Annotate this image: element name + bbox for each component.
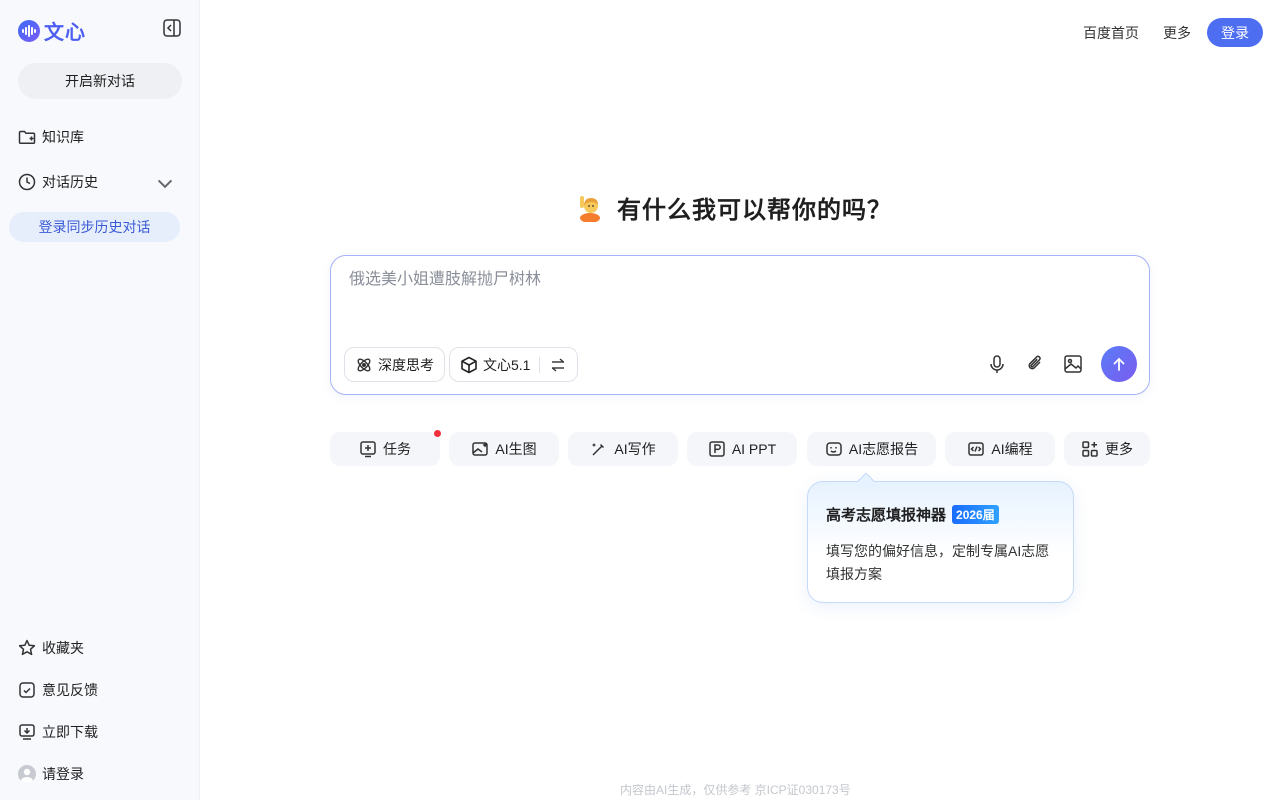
login-button[interactable]: 登录 (1207, 18, 1263, 47)
chevron-down-icon[interactable] (156, 174, 174, 192)
deep-think-toggle[interactable]: 深度思考 (344, 347, 445, 382)
baidu-home-link[interactable]: 百度首页 (1083, 23, 1139, 43)
popover-title: 高考志愿填报神器 2026届 (826, 504, 999, 525)
download-icon (19, 724, 35, 740)
greeting-text: 有什么我可以帮你的吗？ (617, 197, 892, 224)
deep-think-label: 深度思考 (378, 356, 434, 373)
header-links: 百度首页 更多 登录 (1083, 18, 1263, 47)
new-badge-dot (434, 430, 441, 437)
pen-sparkle-icon (592, 443, 605, 456)
folder-plus-icon (18, 130, 36, 145)
new-chat-button[interactable]: 开启新对话 (18, 63, 182, 99)
popover-arrow (857, 472, 875, 490)
footer-disclaimer: 内容由AI生成，仅供参考 京ICP证030173号 (620, 783, 851, 797)
more-link[interactable]: 更多 (1163, 23, 1191, 43)
send-button[interactable] (1101, 346, 1137, 382)
feature-label: AI生图 (495, 441, 537, 457)
sidebar-item-label: 知识库 (42, 129, 84, 145)
feature-coding-button[interactable]: AI编程 (945, 432, 1055, 466)
model-label: 文心5.1 (483, 356, 531, 373)
sidebar-item-label: 意见反馈 (42, 682, 98, 698)
feature-shortcuts: 任务 AI生图 AI写作 AI PPT AI志愿报告 AI编程 更多 (330, 430, 1150, 466)
volunteer-report-popover[interactable]: 高考志愿填报神器 2026届 填写您的偏好信息，定制专属AI志愿填报方案 (807, 472, 1074, 603)
logo[interactable]: 文心 (18, 16, 86, 45)
popover-description: 填写您的偏好信息，定制专属AI志愿填报方案 (826, 543, 1050, 582)
code-icon (968, 442, 985, 456)
feature-label: 更多 (1105, 441, 1133, 457)
sidebar-item-download[interactable]: 立即下载 (18, 721, 182, 743)
feature-label: AI志愿报告 (848, 441, 919, 457)
avatar (18, 765, 36, 783)
sidebar-item-label: 请登录 (42, 766, 84, 782)
logo-text: 文心 (44, 22, 86, 44)
clock-icon (18, 173, 36, 191)
feature-writing-button[interactable]: AI写作 (568, 432, 678, 466)
apps-grid-icon (1082, 441, 1098, 457)
feature-volunteer-report-button[interactable]: AI志愿报告 (807, 432, 936, 466)
popover-title-text: 高考志愿填报神器 (826, 507, 947, 524)
cube-icon (461, 356, 477, 373)
raising-hand-emoji-icon (580, 195, 600, 222)
sidebar-item-knowledge[interactable]: 知识库 (18, 126, 182, 148)
feature-label: 任务 (383, 441, 411, 457)
feature-task-button[interactable]: 任务 (330, 432, 440, 466)
attachment-icon[interactable] (1024, 353, 1046, 375)
sidebar-item-label: 对话历史 (42, 174, 98, 190)
sidebar-item-favorites[interactable]: 收藏夹 (18, 637, 182, 659)
image-upload-icon[interactable] (1062, 353, 1084, 375)
ppt-icon (709, 441, 725, 457)
feature-image-gen-button[interactable]: AI生图 (449, 432, 559, 466)
sidebar-item-feedback[interactable]: 意见反馈 (18, 679, 182, 701)
sidebar-item-label: 立即下载 (42, 724, 98, 740)
year-badge: 2026届 (952, 505, 999, 524)
atom-icon (357, 358, 371, 371)
swap-icon[interactable] (549, 356, 567, 374)
sidebar-item-history[interactable]: 对话历史 (18, 171, 182, 193)
collapse-sidebar-icon[interactable] (162, 18, 182, 38)
login-sync-history-button[interactable]: 登录同步历史对话 (9, 212, 180, 242)
wenxin-logo-icon (18, 19, 40, 42)
feature-label: AI写作 (614, 441, 656, 457)
feature-more-button[interactable]: 更多 (1064, 432, 1150, 466)
chip-divider (539, 356, 541, 373)
feedback-icon (19, 682, 35, 698)
sidebar-item-login[interactable]: 请登录 (18, 763, 182, 785)
feature-label: AI PPT (731, 441, 777, 457)
feature-ppt-button[interactable]: AI PPT (687, 432, 797, 466)
image-gen-icon (472, 442, 489, 456)
arrow-up-icon (1113, 357, 1125, 371)
star-icon (18, 639, 36, 656)
prompt-input[interactable] (349, 268, 1129, 292)
prompt-box: 深度思考 文心5.1 (330, 255, 1150, 395)
report-icon (826, 442, 842, 456)
sidebar-item-label: 收藏夹 (42, 640, 84, 656)
microphone-icon[interactable] (986, 353, 1008, 375)
feature-label: AI编程 (991, 441, 1033, 457)
task-add-icon (360, 441, 376, 458)
model-selector[interactable]: 文心5.1 (449, 347, 579, 382)
greeting: 有什么我可以帮你的吗？ (577, 190, 892, 225)
sidebar: 文心 开启新对话 知识库 对话历史 登录同步历史对话 收藏夹 意见反馈 立即下载… (0, 0, 200, 800)
